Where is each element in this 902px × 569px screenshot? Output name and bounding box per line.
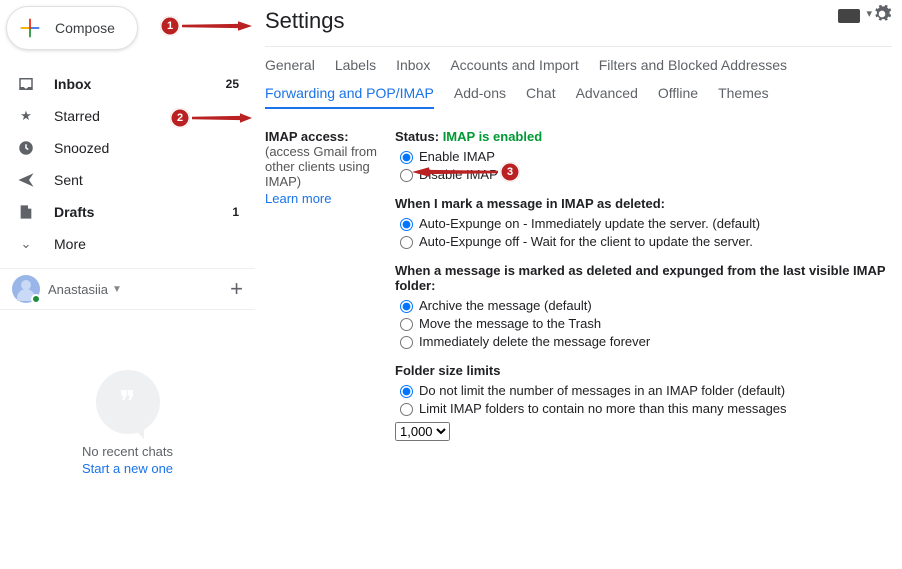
hangouts-icon: ❞ (96, 370, 160, 434)
sidebar-count: 1 (219, 205, 239, 219)
sidebar-label: Drafts (54, 204, 219, 220)
trash-radio[interactable] (400, 318, 413, 331)
disable-imap-label: Disable IMAP (419, 167, 498, 182)
delete-forever-label: Immediately delete the message forever (419, 334, 650, 349)
expunge-off-radio[interactable] (400, 236, 413, 249)
imap-note: (access Gmail from (265, 144, 391, 159)
sidebar-item-starred[interactable]: ★ Starred (0, 100, 255, 132)
tab-advanced[interactable]: Advanced (576, 85, 638, 109)
send-icon (16, 171, 36, 189)
delete-forever-option[interactable]: Immediately delete the message forever (395, 333, 892, 349)
tab-addons[interactable]: Add-ons (454, 85, 506, 109)
expunge-on-label: Auto-Expunge on - Immediately update the… (419, 216, 760, 231)
enable-imap-label: Enable IMAP (419, 149, 495, 164)
account-name: Anastasiia (48, 282, 108, 297)
tab-general[interactable]: General (265, 57, 315, 79)
presence-indicator (31, 294, 41, 304)
status-label: Status: (395, 129, 439, 144)
compose-button[interactable]: Compose (6, 6, 138, 50)
sidebar-item-more[interactable]: ⌄ More (0, 228, 255, 260)
star-icon: ★ (16, 108, 36, 124)
tab-accounts[interactable]: Accounts and Import (450, 57, 578, 79)
settings-tabs: General Labels Inbox Accounts and Import… (265, 57, 892, 85)
tab-labels[interactable]: Labels (335, 57, 376, 79)
trash-label: Move the message to the Trash (419, 316, 601, 331)
start-new-chat-link[interactable]: Start a new one (0, 461, 255, 476)
expunge-on-radio[interactable] (400, 218, 413, 231)
sidebar-count: 25 (219, 77, 239, 91)
plus-icon (19, 17, 41, 39)
imap-note: IMAP) (265, 174, 391, 189)
sidebar-item-sent[interactable]: Sent (0, 164, 255, 196)
archive-radio[interactable] (400, 300, 413, 313)
sidebar-label: More (54, 236, 219, 252)
deleted-heading: When I mark a message in IMAP as deleted… (395, 196, 892, 211)
sidebar-label: Snoozed (54, 140, 219, 156)
tab-offline[interactable]: Offline (658, 85, 698, 109)
avatar (12, 275, 40, 303)
tab-inbox[interactable]: Inbox (396, 57, 430, 79)
no-limit-option[interactable]: Do not limit the number of messages in a… (395, 382, 892, 398)
disable-imap-option[interactable]: Disable IMAP (395, 166, 892, 182)
archive-option[interactable]: Archive the message (default) (395, 297, 892, 313)
imap-note: other clients using (265, 159, 391, 174)
expunge-off-label: Auto-Expunge off - Wait for the client t… (419, 234, 753, 249)
inbox-icon (16, 75, 36, 93)
input-tools-icon[interactable] (838, 9, 860, 23)
gear-icon[interactable] (872, 4, 892, 27)
caret-down-icon: ▼ (112, 284, 122, 295)
settings-tabs-2: Forwarding and POP/IMAP Add-ons Chat Adv… (265, 85, 892, 115)
file-icon (16, 203, 36, 221)
tab-themes[interactable]: Themes (718, 85, 769, 109)
clock-icon (16, 139, 36, 157)
archive-label: Archive the message (default) (419, 298, 592, 313)
trash-option[interactable]: Move the message to the Trash (395, 315, 892, 331)
limit-label: Limit IMAP folders to contain no more th… (419, 401, 787, 416)
enable-imap-option[interactable]: Enable IMAP (395, 148, 892, 164)
folder-limits-heading: Folder size limits (395, 363, 892, 378)
add-account-button[interactable]: + (230, 276, 243, 302)
expunge-off-option[interactable]: Auto-Expunge off - Wait for the client t… (395, 233, 892, 249)
sidebar-item-snoozed[interactable]: Snoozed (0, 132, 255, 164)
sidebar-item-inbox[interactable]: Inbox 25 (0, 68, 255, 100)
learn-more-link[interactable]: Learn more (265, 191, 331, 206)
compose-label: Compose (55, 20, 115, 36)
tab-filters[interactable]: Filters and Blocked Addresses (599, 57, 787, 79)
status-value: IMAP is enabled (443, 129, 542, 144)
sidebar-label: Starred (54, 108, 219, 124)
page-title: Settings (265, 6, 892, 42)
no-chats-text: No recent chats (0, 444, 255, 459)
no-limit-label: Do not limit the number of messages in a… (419, 383, 785, 398)
limit-radio[interactable] (400, 403, 413, 416)
no-limit-radio[interactable] (400, 385, 413, 398)
imap-access-heading: IMAP access: (265, 129, 391, 144)
folder-limit-select[interactable]: 1,000 (395, 422, 450, 441)
limit-option[interactable]: Limit IMAP folders to contain no more th… (395, 400, 892, 416)
delete-forever-radio[interactable] (400, 336, 413, 349)
sidebar-item-drafts[interactable]: Drafts 1 (0, 196, 255, 228)
enable-imap-radio[interactable] (400, 151, 413, 164)
expunge-on-option[interactable]: Auto-Expunge on - Immediately update the… (395, 215, 892, 231)
tab-forwarding-pop-imap[interactable]: Forwarding and POP/IMAP (265, 85, 434, 109)
tab-chat[interactable]: Chat (526, 85, 556, 109)
sidebar-label: Inbox (54, 76, 219, 92)
chevron-down-icon: ⌄ (16, 236, 36, 252)
disable-imap-radio[interactable] (400, 169, 413, 182)
expunged-heading: When a message is marked as deleted and … (395, 263, 892, 293)
account-row[interactable]: Anastasiia ▼ + (0, 268, 255, 310)
sidebar-label: Sent (54, 172, 219, 188)
